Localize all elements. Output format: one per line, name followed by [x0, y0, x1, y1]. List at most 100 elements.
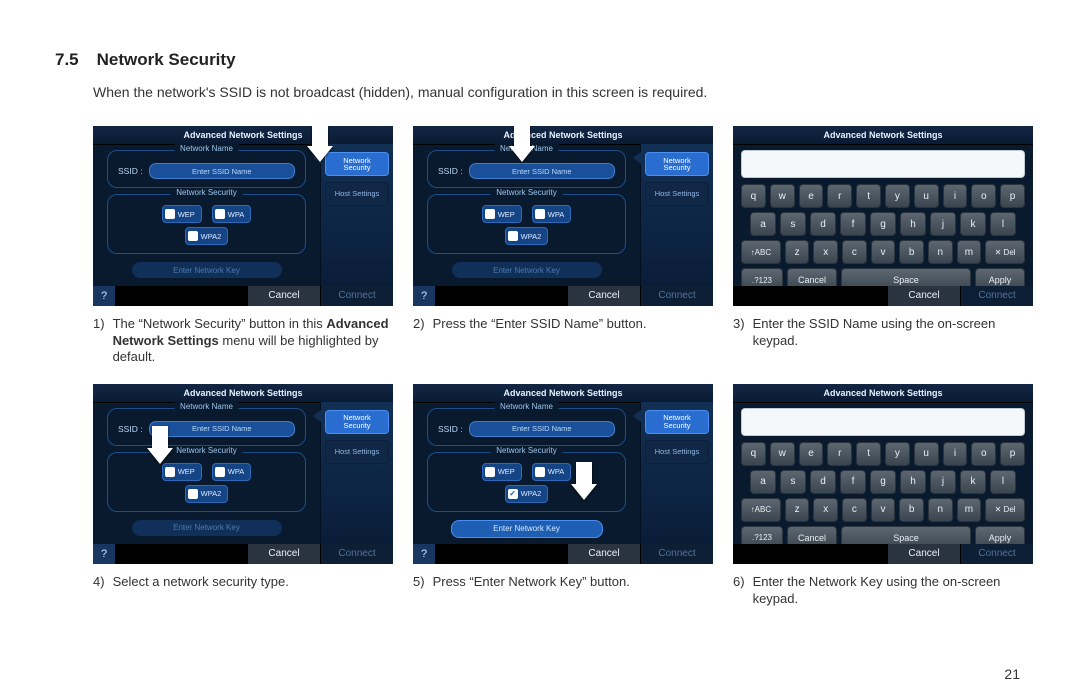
keyboard-key-h[interactable]: h: [900, 470, 926, 494]
keyboard-key-e[interactable]: e: [799, 184, 824, 208]
wpa-checkbox[interactable]: WPA: [212, 463, 252, 481]
keyboard-key-t[interactable]: t: [856, 184, 881, 208]
keyboard-key-q[interactable]: q: [741, 442, 766, 466]
keyboard-key-i[interactable]: i: [943, 184, 968, 208]
keyboard-key-x[interactable]: x: [813, 240, 838, 264]
tab-host-settings[interactable]: Host Settings: [325, 182, 389, 206]
keyboard-key-d[interactable]: d: [810, 212, 836, 236]
keyboard-key-c[interactable]: c: [842, 498, 867, 522]
keyboard-key-p[interactable]: p: [1000, 184, 1025, 208]
keyboard-key-n[interactable]: n: [928, 498, 953, 522]
tab-network-security[interactable]: Network Security: [325, 410, 389, 434]
enter-network-key-button[interactable]: Enter Network Key: [132, 262, 282, 278]
tab-host-settings[interactable]: Host Settings: [645, 182, 709, 206]
keyboard-key-e[interactable]: e: [799, 442, 824, 466]
keyboard-key-j[interactable]: j: [930, 212, 956, 236]
enter-network-key-button[interactable]: Enter Network Key: [452, 262, 602, 278]
keyboard-shift-key[interactable]: ↑ABC: [741, 240, 781, 264]
cancel-button[interactable]: Cancel: [567, 544, 640, 564]
keyboard-key-m[interactable]: m: [957, 498, 982, 522]
keyboard-delete-key[interactable]: ✕ Del: [985, 240, 1025, 264]
cancel-button[interactable]: Cancel: [567, 286, 640, 306]
keyboard-key-d[interactable]: d: [810, 470, 836, 494]
keyboard-key-m[interactable]: m: [957, 240, 982, 264]
enter-network-key-button[interactable]: Enter Network Key: [132, 520, 282, 536]
keyboard-key-s[interactable]: s: [780, 212, 806, 236]
wep-checkbox[interactable]: WEP: [482, 205, 522, 223]
keyboard-key-z[interactable]: z: [785, 240, 810, 264]
keyboard-key-f[interactable]: f: [840, 212, 866, 236]
connect-button[interactable]: Connect: [640, 286, 713, 306]
keyboard-key-r[interactable]: r: [827, 442, 852, 466]
keyboard-key-v[interactable]: v: [871, 498, 896, 522]
wpa2-checkbox[interactable]: ✓WPA2: [505, 485, 549, 503]
keyboard-key-k[interactable]: k: [960, 212, 986, 236]
keyboard-key-o[interactable]: o: [971, 184, 996, 208]
cancel-button[interactable]: Cancel: [247, 544, 320, 564]
wpa2-checkbox[interactable]: WPA2: [185, 485, 229, 503]
keyboard-key-h[interactable]: h: [900, 212, 926, 236]
tab-network-security[interactable]: Network Security: [645, 152, 709, 176]
connect-button[interactable]: Connect: [640, 544, 713, 564]
enter-ssid-button[interactable]: Enter SSID Name: [149, 163, 295, 179]
keyboard-key-u[interactable]: u: [914, 184, 939, 208]
cancel-button[interactable]: Cancel: [247, 286, 320, 306]
keyboard-shift-key[interactable]: ↑ABC: [741, 498, 781, 522]
connect-button[interactable]: Connect: [960, 286, 1033, 306]
connect-button[interactable]: Connect: [320, 544, 393, 564]
keyboard-key-o[interactable]: o: [971, 442, 996, 466]
wpa2-checkbox[interactable]: WPA2: [185, 227, 229, 245]
help-button[interactable]: ?: [93, 544, 116, 564]
keyboard-key-y[interactable]: y: [885, 442, 910, 466]
enter-ssid-button[interactable]: Enter SSID Name: [469, 421, 615, 437]
keyboard-key-p[interactable]: p: [1000, 442, 1025, 466]
keyboard-key-t[interactable]: t: [856, 442, 881, 466]
wpa-checkbox[interactable]: WPA: [532, 463, 572, 481]
keyboard-key-x[interactable]: x: [813, 498, 838, 522]
enter-ssid-button[interactable]: Enter SSID Name: [469, 163, 615, 179]
connect-button[interactable]: Connect: [320, 286, 393, 306]
keyboard-key-j[interactable]: j: [930, 470, 956, 494]
tab-network-security[interactable]: Network Security: [645, 410, 709, 434]
keyboard-key-u[interactable]: u: [914, 442, 939, 466]
keyboard-key-q[interactable]: q: [741, 184, 766, 208]
keyboard-key-s[interactable]: s: [780, 470, 806, 494]
tab-host-settings[interactable]: Host Settings: [645, 440, 709, 464]
keyboard-key-a[interactable]: a: [750, 212, 776, 236]
keyboard-input[interactable]: [741, 408, 1025, 436]
keyboard-key-y[interactable]: y: [885, 184, 910, 208]
keyboard-key-z[interactable]: z: [785, 498, 810, 522]
keyboard-input[interactable]: [741, 150, 1025, 178]
wep-checkbox[interactable]: WEP: [162, 463, 202, 481]
keyboard-key-n[interactable]: n: [928, 240, 953, 264]
help-button[interactable]: ?: [413, 544, 436, 564]
tab-network-security[interactable]: Network Security: [325, 152, 389, 176]
wep-checkbox[interactable]: WEP: [482, 463, 522, 481]
keyboard-key-w[interactable]: w: [770, 442, 795, 466]
keyboard-key-r[interactable]: r: [827, 184, 852, 208]
keyboard-key-g[interactable]: g: [870, 212, 896, 236]
keyboard-key-k[interactable]: k: [960, 470, 986, 494]
wep-checkbox[interactable]: WEP: [162, 205, 202, 223]
connect-button[interactable]: Connect: [960, 544, 1033, 564]
help-button[interactable]: ?: [413, 286, 436, 306]
tab-host-settings[interactable]: Host Settings: [325, 440, 389, 464]
keyboard-key-c[interactable]: c: [842, 240, 867, 264]
keyboard-key-a[interactable]: a: [750, 470, 776, 494]
keyboard-key-l[interactable]: l: [990, 212, 1016, 236]
keyboard-key-f[interactable]: f: [840, 470, 866, 494]
cancel-button[interactable]: Cancel: [887, 544, 960, 564]
keyboard-key-b[interactable]: b: [899, 240, 924, 264]
keyboard-key-i[interactable]: i: [943, 442, 968, 466]
keyboard-key-l[interactable]: l: [990, 470, 1016, 494]
wpa2-checkbox[interactable]: WPA2: [505, 227, 549, 245]
keyboard-delete-key[interactable]: ✕ Del: [985, 498, 1025, 522]
wpa-checkbox[interactable]: WPA: [212, 205, 252, 223]
help-button[interactable]: ?: [93, 286, 116, 306]
keyboard-key-b[interactable]: b: [899, 498, 924, 522]
keyboard-key-v[interactable]: v: [871, 240, 896, 264]
cancel-button[interactable]: Cancel: [887, 286, 960, 306]
keyboard-key-g[interactable]: g: [870, 470, 896, 494]
wpa-checkbox[interactable]: WPA: [532, 205, 572, 223]
enter-network-key-button[interactable]: Enter Network Key: [451, 520, 603, 538]
